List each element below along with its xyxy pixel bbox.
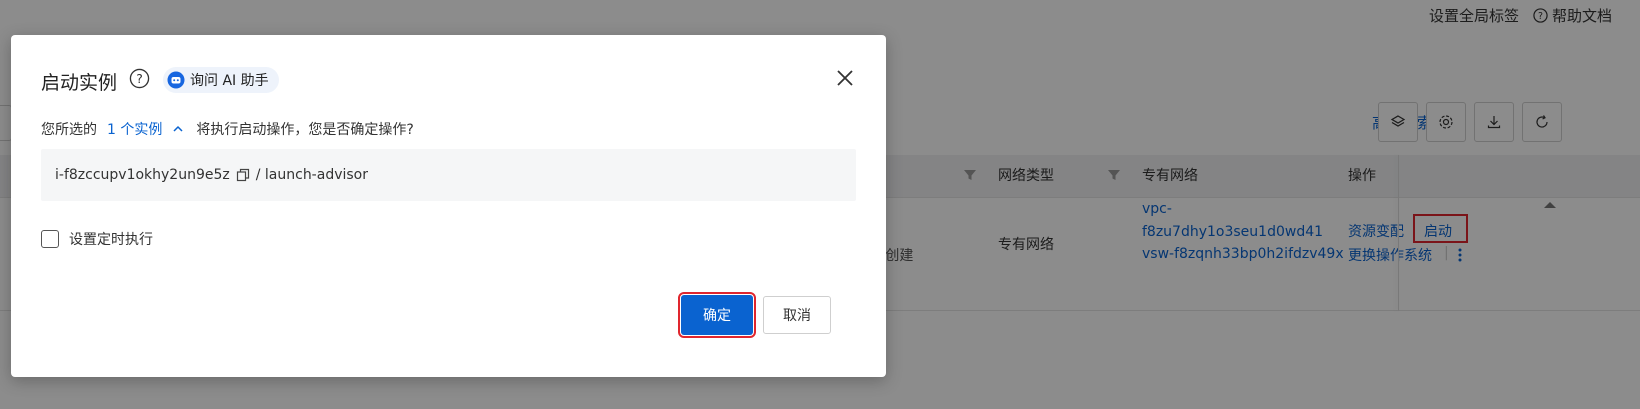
selected-count-toggle[interactable]: 1 个实例: [107, 119, 162, 139]
confirm-message: 您所选的 1 个实例 将执行启动操作，您是否确定操作?: [41, 119, 414, 139]
copy-icon[interactable]: [236, 168, 250, 182]
confirm-prefix: 您所选的: [41, 122, 97, 138]
instance-name: / launch-advisor: [255, 167, 368, 183]
close-icon[interactable]: [833, 66, 857, 90]
cancel-button[interactable]: 取消: [763, 296, 831, 334]
instance-id: i-f8zccupv1okhy2un9e5z: [55, 167, 230, 183]
ai-assistant-label: 询问 AI 助手: [190, 73, 269, 89]
dialog-title: 启动实例: [41, 72, 118, 94]
confirm-suffix: 将执行启动操作，您是否确定操作?: [196, 122, 414, 138]
schedule-option[interactable]: 设置定时执行: [41, 229, 153, 249]
ask-ai-assistant-button[interactable]: 询问 AI 助手: [163, 67, 279, 93]
chevron-up-icon[interactable]: [172, 123, 184, 135]
selected-instance-list: i-f8zccupv1okhy2un9e5z / launch-advisor: [41, 149, 856, 201]
confirm-button[interactable]: 确定: [678, 292, 756, 338]
ai-robot-icon: [167, 71, 185, 89]
help-circle-icon[interactable]: ?: [129, 68, 150, 89]
start-instance-dialog: 启动实例 ? 询问 AI 助手 您所选的 1 个实例 将执行启动操作，您是否确定…: [11, 35, 886, 377]
schedule-checkbox[interactable]: [41, 230, 59, 248]
svg-text:?: ?: [136, 71, 143, 86]
schedule-label: 设置定时执行: [69, 232, 153, 248]
